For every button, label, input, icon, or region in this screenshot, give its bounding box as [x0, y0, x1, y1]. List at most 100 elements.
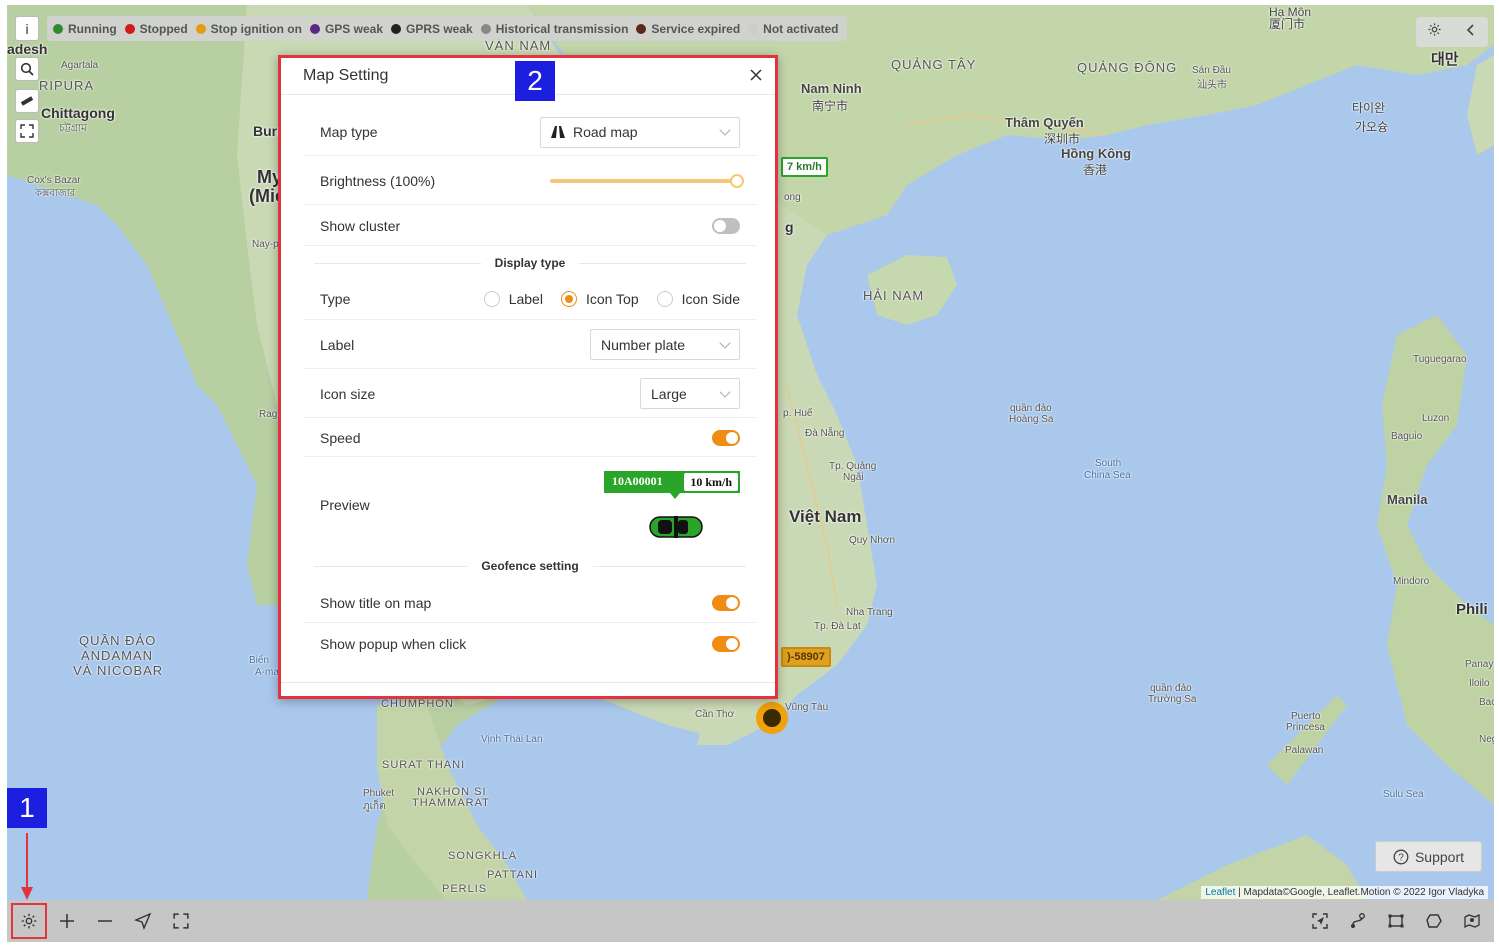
polygon-button[interactable] [1422, 909, 1446, 933]
map-label: Mindoro [1393, 576, 1430, 587]
attribution-text: | Mapdata©Google, Leaflet.Motion © 2022 … [1235, 887, 1484, 898]
legend-item: GPRS weak [391, 22, 473, 36]
icon-size-select[interactable]: Large [640, 378, 740, 409]
map-label: চট্টগ্রাম [59, 123, 87, 134]
map-label: Sán Đầu [1192, 65, 1231, 76]
show-title-label: Show title on map [320, 594, 432, 611]
map-label: Cần Thơ [695, 709, 735, 720]
map-type-row: Map type Road map [304, 109, 756, 156]
zoom-in-button[interactable] [55, 909, 79, 933]
map-type-select[interactable]: Road map [540, 116, 740, 148]
map-label: g [785, 219, 794, 235]
locate-icon [134, 912, 152, 930]
toggle-knob [726, 431, 738, 444]
cluster-toggle[interactable] [712, 217, 740, 234]
map-label: VÀ NICOBAR [73, 663, 164, 678]
map-settings-button[interactable] [11, 903, 47, 939]
locate-button[interactable] [131, 909, 155, 933]
radio-button[interactable] [560, 290, 577, 307]
slider-thumb[interactable] [730, 173, 744, 188]
status-dot-icon [124, 23, 135, 34]
fullscreen-button[interactable] [15, 119, 39, 143]
brightness-row: Brightness (100%) [304, 157, 756, 205]
support-button[interactable]: ? Support [1375, 841, 1482, 872]
radio-label: Icon Side [681, 290, 740, 307]
map-label: South [1095, 458, 1122, 469]
map-label: Vũng Tàu [785, 702, 829, 713]
ruler-button[interactable] [15, 89, 39, 113]
map-label: ภูเก็ต [363, 801, 386, 812]
zoom-out-button[interactable] [93, 909, 117, 933]
road-icon [551, 126, 565, 138]
map-label: Neg [1479, 734, 1494, 745]
map-info-button[interactable]: i [15, 16, 39, 41]
gear-icon [1428, 23, 1441, 36]
map-label: Nam Ninh [801, 81, 862, 96]
map-label: Manila [1387, 492, 1428, 507]
radio-label: Label [508, 290, 543, 307]
map-label: A-ma [255, 667, 279, 678]
map-label: Rag [259, 409, 278, 420]
map-label: Ngãi [843, 472, 864, 483]
map-label: 南宁市 [812, 99, 849, 113]
top-right-controls [1416, 17, 1488, 47]
vehicle-plate-badge[interactable]: )-58907 [781, 647, 831, 667]
legend-label: Not activated [763, 21, 839, 36]
search-icon [20, 62, 34, 76]
type-row: Type Label Icon Top Icon Side [304, 278, 756, 320]
leaflet-link[interactable]: Leaflet [1205, 887, 1235, 898]
show-title-toggle[interactable] [712, 594, 740, 611]
chevron-down-icon [719, 385, 731, 398]
status-dot-icon [391, 23, 401, 34]
speed-toggle[interactable] [712, 429, 740, 446]
route-button[interactable] [1346, 909, 1370, 933]
svg-text:?: ? [1398, 852, 1404, 863]
label-label: Label [320, 336, 355, 353]
show-title-row: Show title on map [304, 583, 756, 623]
map-label: Bac [1479, 697, 1494, 708]
settings-button[interactable] [1427, 22, 1442, 42]
icon-size-label: Icon size [320, 385, 376, 402]
close-button[interactable] [749, 66, 763, 87]
ruler-icon [20, 96, 34, 106]
label-value: Number plate [601, 336, 686, 353]
brightness-slider[interactable] [550, 173, 744, 188]
map-label: PERLIS [442, 883, 488, 895]
type-option-icon-top[interactable]: Icon Top [560, 290, 639, 307]
show-popup-label: Show popup when click [320, 636, 467, 652]
fullscreen-toggle-button[interactable] [169, 909, 193, 933]
map-setting-dialog: Map Setting Map type Road map Brightness… [278, 55, 778, 699]
type-radio-group: Label Icon Top Icon Side [466, 290, 740, 307]
map-label: China Sea [1084, 470, 1131, 481]
type-option-label[interactable]: Label [483, 290, 543, 307]
map-label: THAMMARAT [412, 797, 490, 809]
show-popup-toggle[interactable] [712, 636, 740, 652]
map-label: adesh [7, 41, 48, 57]
map-label: SONGKHLA [448, 850, 518, 862]
map-label: Phili [1456, 601, 1488, 618]
radio-button[interactable] [656, 290, 673, 307]
map-label: Luzon [1422, 413, 1450, 424]
preview-speed: 10 km/h [684, 472, 738, 491]
vehicle-speed-badge[interactable]: 7 km/h [781, 157, 828, 177]
focus-button[interactable] [1308, 909, 1332, 933]
map-label: CHUMPHON [381, 698, 454, 710]
preview-row: Preview 10A00001 10 km/h [304, 458, 756, 551]
map-label: quần đảo [1150, 683, 1192, 694]
map-label: Iloilo [1469, 678, 1490, 689]
status-dot-icon [748, 23, 759, 34]
map-label: quần đảo [1010, 403, 1052, 414]
type-option-icon-side[interactable]: Icon Side [656, 290, 740, 307]
collapse-panel-button[interactable] [1465, 23, 1477, 42]
label-select[interactable]: Number plate [590, 329, 740, 360]
radio-button[interactable] [483, 290, 500, 307]
select-area-button[interactable] [1384, 909, 1408, 933]
geofence-button[interactable] [1460, 909, 1484, 933]
legend-label: Running [68, 21, 117, 36]
search-button[interactable] [15, 57, 39, 81]
map-label: Chittagong [41, 105, 115, 121]
dialog-title: Map Setting [303, 67, 389, 84]
show-popup-row: Show popup when click [304, 624, 756, 664]
status-dot-icon [480, 23, 491, 34]
status-dot-icon [195, 23, 206, 34]
